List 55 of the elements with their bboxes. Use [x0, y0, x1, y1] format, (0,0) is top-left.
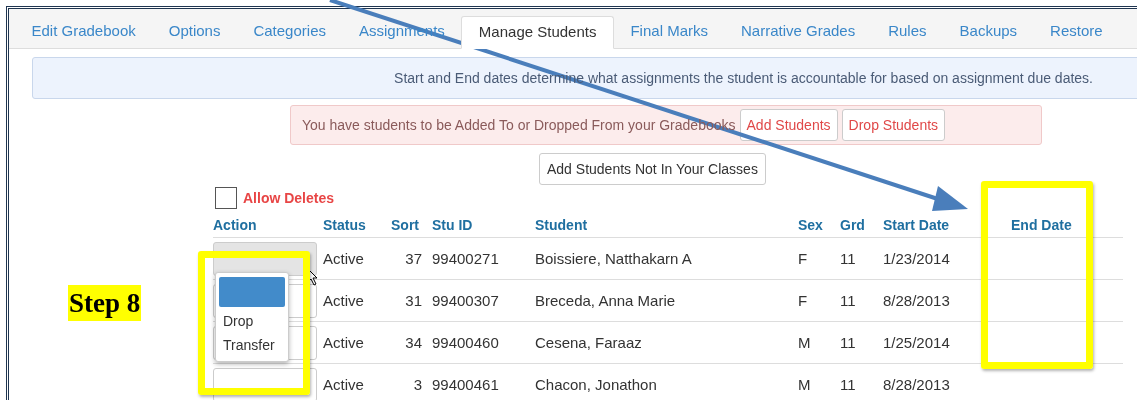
- table-cell-text: Chacon, Jonathon: [535, 376, 658, 393]
- highlighted-option[interactable]: [219, 277, 285, 307]
- table-cell-text: M: [798, 376, 812, 393]
- tab[interactable]: Restore: [1033, 16, 1120, 48]
- checkbox-label: Allow Deletes: [243, 190, 335, 206]
- column-header: Student: [535, 217, 589, 233]
- column-header: Status: [323, 217, 367, 233]
- table-cell-text: 11: [840, 292, 857, 309]
- column-header: End Date: [1010, 217, 1073, 233]
- add-students-button[interactable]: Add Students Not In Your Classes: [539, 153, 766, 185]
- table-cell-text: 11: [840, 334, 857, 351]
- tab[interactable]: Options: [152, 16, 237, 48]
- alert-button[interactable]: Drop Students: [841, 109, 946, 141]
- tab[interactable]: Manage Students: [461, 16, 614, 49]
- table-cell-text: Active: [323, 250, 365, 267]
- table-cell-text: Cesena, Faraaz: [535, 334, 643, 351]
- table-cell-text: 31: [404, 292, 423, 309]
- table-cell-text: 1/23/2014: [883, 250, 951, 267]
- column-header: Stu ID: [432, 217, 474, 233]
- table-cell-text: M: [798, 334, 812, 351]
- table-cell-text: Active: [323, 292, 365, 309]
- table-cell-text: F: [798, 250, 809, 267]
- table-cell-text: Boissiere, Natthakarn A: [535, 250, 693, 267]
- table-cell-text: 37: [404, 250, 423, 267]
- tab[interactable]: Narrative Grades: [724, 16, 872, 48]
- table-cell-text: 3: [412, 376, 423, 393]
- tab[interactable]: Final Marks: [613, 16, 725, 48]
- tab[interactable]: Categories: [236, 16, 343, 48]
- column-header: Grd: [840, 217, 866, 233]
- table-cell-text: 11: [840, 250, 857, 267]
- column-header: Action: [213, 217, 258, 233]
- column-header: Start Date: [883, 217, 951, 233]
- checkbox[interactable]: [215, 187, 237, 209]
- table-cell-text: 34: [404, 334, 423, 351]
- table-cell-text: 99400271: [432, 250, 500, 267]
- table-cell-text: 8/28/2013: [883, 292, 951, 309]
- table-cell-text: Breceda, Anna Marie: [535, 292, 677, 309]
- table-cell-text: 11: [840, 376, 857, 393]
- table-cell-text: Active: [323, 334, 365, 351]
- table-cell-text: 1/25/2014: [883, 334, 951, 351]
- column-header: Sex: [798, 217, 824, 233]
- alert-button[interactable]: Add Students: [739, 109, 838, 141]
- step-label: Step 8: [68, 285, 142, 321]
- table-cell-text: F: [798, 292, 809, 309]
- tab[interactable]: Rules: [871, 16, 944, 48]
- column-header: Sort: [391, 217, 420, 233]
- tab[interactable]: Edit Gradebook: [15, 16, 153, 48]
- table-cell-text: 99400460: [432, 334, 500, 351]
- table-cell-text: 99400307: [432, 292, 500, 309]
- menu-option[interactable]: Transfer: [216, 331, 288, 355]
- table-cell-text: Active: [323, 376, 365, 393]
- menu-option[interactable]: Drop: [216, 307, 288, 331]
- tab[interactable]: Backups: [943, 16, 1034, 48]
- table-cell-text: 8/28/2013: [883, 376, 951, 393]
- table-cell-text: 99400461: [432, 376, 500, 393]
